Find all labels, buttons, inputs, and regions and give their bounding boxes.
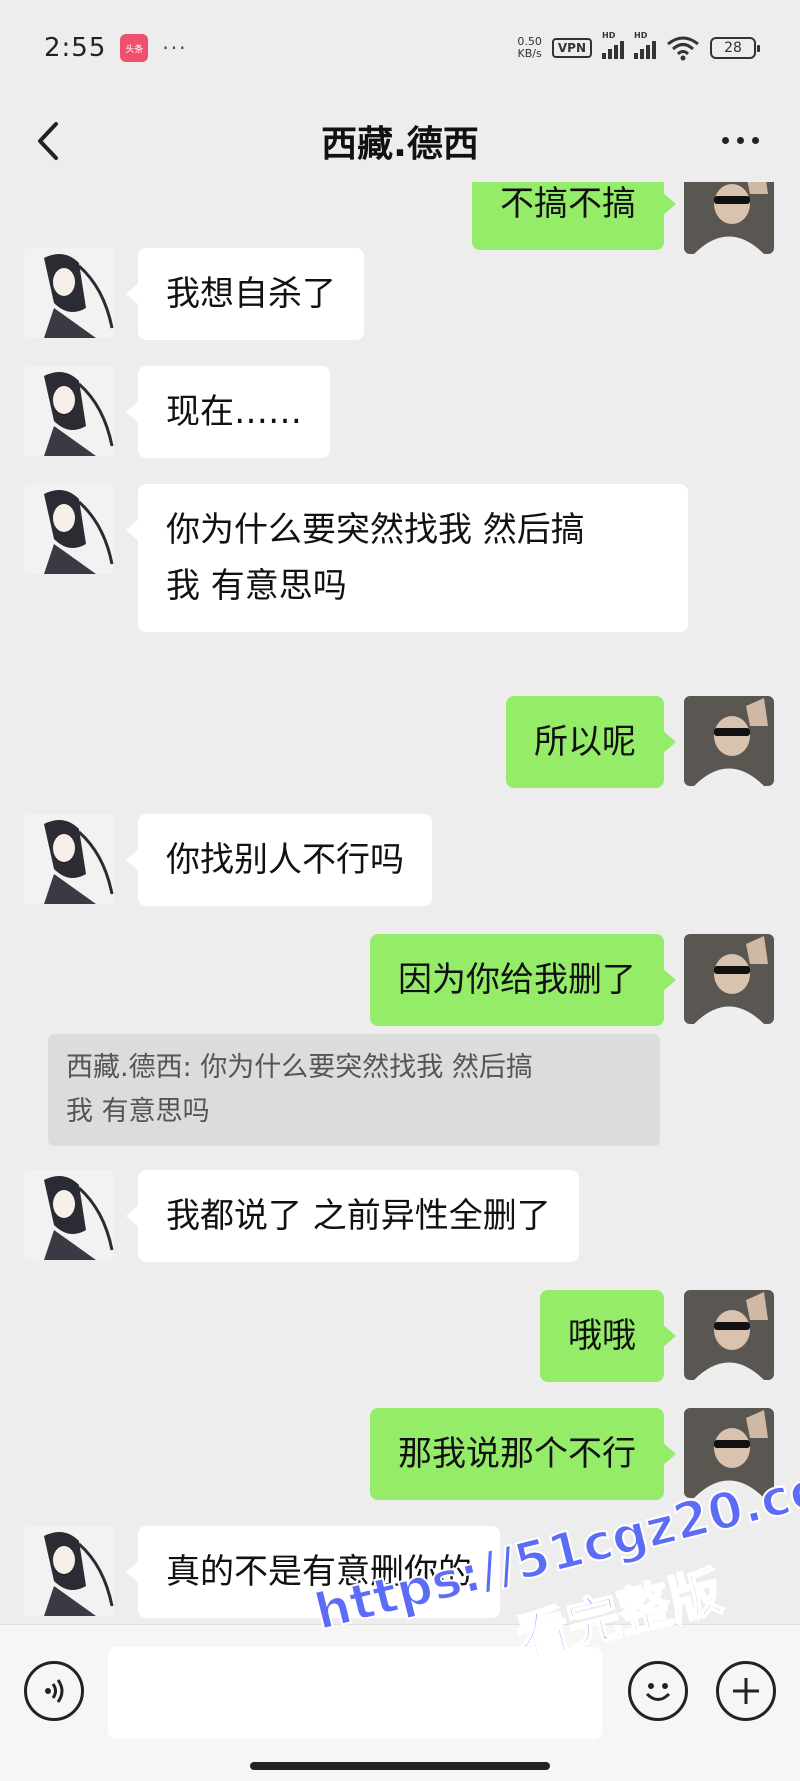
more-options-button[interactable] (710, 120, 770, 160)
message-line: 我 有意思吗 (166, 566, 347, 606)
self-avatar[interactable] (684, 934, 774, 1024)
message-bubble-contact[interactable]: 你为什么要突然找我 然后搞 我 有意思吗 (126, 484, 688, 632)
signal-hd-label-2: HD (634, 31, 648, 40)
quote-line: 我 有意思吗 (66, 1096, 210, 1127)
message-input[interactable] (108, 1647, 602, 1739)
status-icons: 0.50 KB/s VPN HD HD 28 (517, 31, 760, 61)
wifi-icon (667, 36, 699, 61)
chat-header: 西藏.德西 (0, 96, 800, 186)
message-bubble-contact[interactable]: 现在…… (126, 366, 330, 458)
more-dot-icon (751, 136, 759, 144)
message-bubble-self[interactable]: 因为你给我删了 (370, 934, 676, 1026)
contact-avatar[interactable] (24, 248, 114, 338)
network-speed-unit: KB/s (517, 47, 542, 60)
back-button[interactable] (30, 116, 70, 166)
message-bubble-contact[interactable]: 真的不是有意删你的 (126, 1526, 500, 1618)
smiley-icon (645, 1683, 671, 1701)
network-speed: 0.50 KB/s (517, 36, 542, 60)
battery-icon: 28 (710, 37, 760, 59)
message-bubble-contact[interactable]: 你找别人不行吗 (126, 814, 432, 906)
message-bubble-contact[interactable]: 我都说了 之前异性全删了 (126, 1170, 579, 1262)
signal-icon: HD (602, 31, 624, 59)
message-bubble-self[interactable]: 那我说那个不行 (370, 1408, 676, 1500)
message-bubble-contact[interactable]: 我想自杀了 (126, 248, 364, 340)
vpn-icon: VPN (551, 38, 592, 58)
more-dot-icon (736, 136, 744, 144)
voice-input-button[interactable] (24, 1661, 84, 1721)
self-avatar[interactable] (684, 1408, 774, 1498)
input-bar (0, 1624, 800, 1781)
self-avatar[interactable] (684, 696, 774, 786)
message-bubble-self[interactable]: 所以呢 (506, 696, 676, 788)
message-bubble-self[interactable]: 不搞不搞 (472, 182, 676, 250)
status-bar: 2:55 头条 ··· 0.50 KB/s VPN HD HD 28 (0, 0, 800, 96)
message-line: 你为什么要突然找我 然后搞 (166, 510, 585, 550)
quote-line: 西藏.德西: 你为什么要突然找我 然后搞 (66, 1052, 533, 1083)
chevron-left-icon (38, 122, 58, 160)
more-actions-button[interactable] (716, 1661, 776, 1721)
emoji-button[interactable] (628, 1661, 688, 1721)
contact-avatar[interactable] (24, 1526, 114, 1616)
more-dot-icon (721, 136, 729, 144)
contact-avatar[interactable] (24, 1170, 114, 1260)
status-time: 2:55 (44, 33, 107, 63)
home-indicator[interactable] (250, 1762, 550, 1770)
battery-level: 28 (724, 40, 742, 56)
signal-icon-2: HD (634, 31, 656, 59)
plus-icon (733, 1678, 759, 1704)
quoted-message[interactable]: 西藏.德西: 你为什么要突然找我 然后搞 我 有意思吗 (48, 1034, 660, 1146)
more-notifications-icon: ··· (162, 36, 188, 60)
self-avatar[interactable] (684, 1290, 774, 1380)
signal-hd-label: HD (602, 31, 616, 40)
contact-avatar[interactable] (24, 814, 114, 904)
chat-title: 西藏.德西 (321, 124, 479, 165)
app-notification-icon: 头条 (120, 34, 149, 62)
voice-icon (45, 1679, 64, 1703)
self-avatar[interactable] (684, 182, 774, 254)
contact-avatar[interactable] (24, 366, 114, 456)
message-bubble-self[interactable]: 哦哦 (540, 1290, 676, 1382)
contact-avatar[interactable] (24, 484, 114, 574)
message-list[interactable]: 不搞不搞 我想自杀了 现在…… 你为什么要突然找我 然后搞 我 有意思吗 所以呢 (0, 182, 800, 1622)
